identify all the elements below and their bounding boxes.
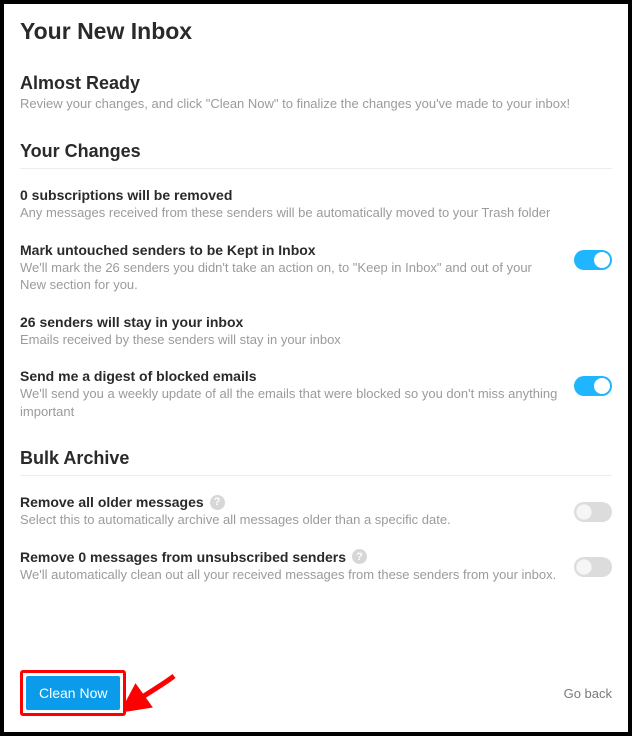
item-desc: We'll automatically clean out all your r…	[20, 566, 558, 584]
change-item-senders-stay: 26 senders will stay in your inbox Email…	[20, 296, 612, 351]
change-item-digest: Send me a digest of blocked emails We'll…	[20, 350, 612, 422]
section-bulk-archive: Bulk Archive	[20, 448, 612, 476]
clean-now-highlight: Clean Now	[20, 670, 126, 716]
intro-heading: Almost Ready	[20, 73, 612, 94]
bulk-item-remove-older: Remove all older messages ? Select this …	[20, 476, 612, 531]
footer: Clean Now Go back	[20, 670, 612, 716]
item-title: Send me a digest of blocked emails	[20, 368, 558, 384]
item-title: 26 senders will stay in your inbox	[20, 314, 596, 330]
go-back-link[interactable]: Go back	[564, 686, 612, 701]
change-item-mark-untouched: Mark untouched senders to be Kept in Inb…	[20, 224, 612, 296]
item-title-text: Remove 0 messages from unsubscribed send…	[20, 549, 346, 565]
item-desc: Select this to automatically archive all…	[20, 511, 558, 529]
item-title-text: Remove all older messages	[20, 494, 204, 510]
toggle-mark-untouched[interactable]	[574, 250, 612, 270]
bulk-item-remove-unsubscribed: Remove 0 messages from unsubscribed send…	[20, 531, 612, 586]
item-title: Remove 0 messages from unsubscribed send…	[20, 549, 558, 565]
item-title: Mark untouched senders to be Kept in Inb…	[20, 242, 558, 258]
item-desc: We'll send you a weekly update of all th…	[20, 385, 558, 420]
intro-desc: Review your changes, and click "Clean No…	[20, 96, 612, 111]
item-desc: We'll mark the 26 senders you didn't tak…	[20, 259, 558, 294]
item-title: 0 subscriptions will be removed	[20, 187, 596, 203]
item-desc: Any messages received from these senders…	[20, 204, 596, 222]
toggle-digest[interactable]	[574, 376, 612, 396]
toggle-remove-older[interactable]	[574, 502, 612, 522]
help-icon[interactable]: ?	[352, 549, 367, 564]
clean-now-button[interactable]: Clean Now	[26, 676, 120, 710]
item-desc: Emails received by these senders will st…	[20, 331, 596, 349]
help-icon[interactable]: ?	[210, 495, 225, 510]
section-your-changes: Your Changes	[20, 141, 612, 169]
page-title: Your New Inbox	[20, 18, 612, 45]
intro-block: Almost Ready Review your changes, and cl…	[20, 73, 612, 111]
change-item-subscriptions-removed: 0 subscriptions will be removed Any mess…	[20, 169, 612, 224]
item-title: Remove all older messages ?	[20, 494, 558, 510]
toggle-remove-unsubscribed[interactable]	[574, 557, 612, 577]
